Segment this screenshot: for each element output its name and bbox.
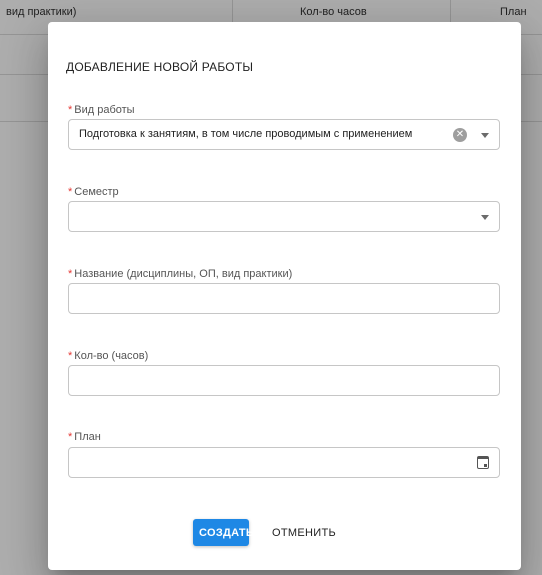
name-label: * Название (дисциплины, ОП, вид практики) — [68, 268, 292, 280]
hours-input[interactable] — [68, 365, 500, 396]
chevron-down-icon[interactable] — [481, 215, 489, 220]
work-type-value: Подготовка к занятиям, в том числе прово… — [79, 128, 413, 140]
plan-label-text: План — [74, 431, 101, 443]
clear-icon[interactable]: ✕ — [453, 128, 467, 142]
name-input[interactable] — [68, 283, 500, 314]
hours-label-text: Кол-во (часов) — [74, 350, 149, 362]
cancel-button[interactable]: ОТМЕНИТЬ — [262, 519, 346, 546]
calendar-icon[interactable] — [477, 456, 489, 469]
plan-label: * План — [68, 431, 101, 443]
work-type-select[interactable]: Подготовка к занятиям, в том числе прово… — [68, 119, 500, 150]
create-button[interactable]: СОЗДАТЬ — [193, 519, 254, 546]
semester-label: * Семестр — [68, 186, 119, 198]
work-type-label: * Вид работы — [68, 104, 135, 116]
required-marker: * — [68, 186, 73, 198]
required-marker: * — [68, 268, 73, 280]
name-label-text: Название (дисциплины, ОП, вид практики) — [74, 268, 293, 280]
semester-select[interactable] — [68, 201, 500, 232]
required-marker: * — [68, 431, 73, 443]
work-type-label-text: Вид работы — [74, 104, 135, 116]
required-marker: * — [68, 104, 73, 116]
dialog-title: ДОБАВЛЕНИЕ НОВОЙ РАБОТЫ — [66, 60, 254, 74]
semester-label-text: Семестр — [74, 186, 119, 198]
plan-date-input[interactable] — [68, 447, 500, 478]
hours-label: * Кол-во (часов) — [68, 350, 148, 362]
add-work-dialog: ДОБАВЛЕНИЕ НОВОЙ РАБОТЫ * Вид работы Подг… — [48, 22, 521, 570]
required-marker: * — [68, 350, 73, 362]
chevron-down-icon[interactable] — [481, 133, 489, 138]
